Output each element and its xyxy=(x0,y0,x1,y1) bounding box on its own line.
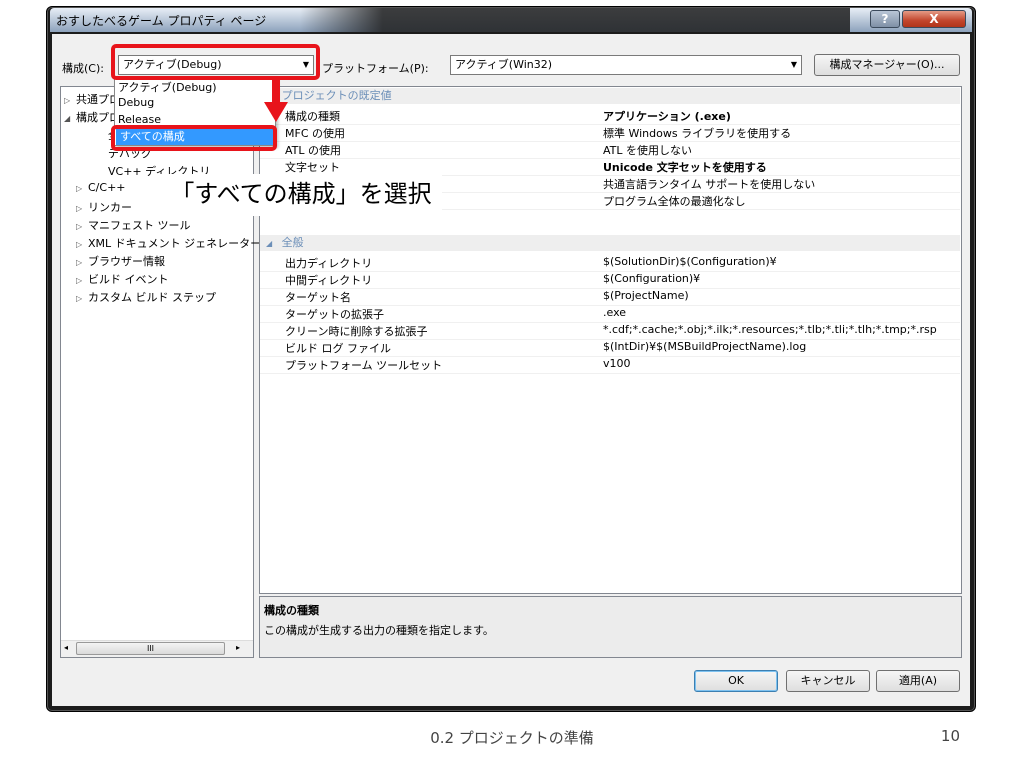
annotation-callout: 「すべての構成」を選択 xyxy=(160,174,442,216)
property-name[interactable]: クリーン時に削除する拡張子 xyxy=(285,323,427,339)
grid-category-defaults[interactable]: ◢ プロジェクトの既定値 xyxy=(260,88,960,104)
config-manager-button[interactable]: 構成マネージャー(O)... xyxy=(814,54,960,76)
scroll-right-icon[interactable]: ▸ xyxy=(236,643,240,652)
property-value[interactable]: プログラム全体の最適化なし xyxy=(603,193,746,209)
expand-icon[interactable]: ▷ xyxy=(76,184,88,193)
grid-category-general[interactable]: ◢ 全般 xyxy=(260,235,960,251)
dropdown-option-debug[interactable]: Debug xyxy=(118,96,154,109)
tree-item-label: ビルド イベント xyxy=(88,273,169,286)
property-name[interactable]: 文字セット xyxy=(285,159,340,175)
title-bar-shade xyxy=(300,8,850,32)
expand-icon[interactable]: ▷ xyxy=(76,204,88,213)
chevron-down-icon: ▼ xyxy=(790,60,797,69)
property-name[interactable]: 構成の種類 xyxy=(285,108,340,124)
scroll-left-icon[interactable]: ◂ xyxy=(64,643,68,652)
tree-item-label: C/C++ xyxy=(88,181,126,194)
annotation-highlight-combo xyxy=(111,44,320,80)
tree-item-label: ブラウザー情報 xyxy=(88,255,165,268)
help-button[interactable]: ? xyxy=(870,10,900,28)
expand-icon[interactable]: ▷ xyxy=(76,240,88,249)
page-caption: 0.2 プロジェクトの準備 xyxy=(430,729,594,747)
property-value[interactable]: Unicode 文字セットを使用する xyxy=(603,159,767,175)
expand-icon[interactable]: ▷ xyxy=(76,294,88,303)
dropdown-option-active-debug[interactable]: アクティブ(Debug) xyxy=(118,79,217,95)
tree-item-label: リンカー xyxy=(88,201,132,214)
tree-item[interactable]: ▷ XML ドキュメント ジェネレーター xyxy=(76,235,261,251)
tree-item[interactable]: ▷ マニフェスト ツール xyxy=(76,217,191,233)
property-value[interactable]: $(ProjectName) xyxy=(603,289,689,302)
row-divider xyxy=(260,373,960,374)
property-value[interactable]: アプリケーション (.exe) xyxy=(603,108,731,124)
collapse-icon[interactable]: ◢ xyxy=(260,239,272,248)
tree-item[interactable]: ▷ C/C++ xyxy=(76,181,126,194)
annotation-arrow-icon xyxy=(264,78,288,122)
expand-icon[interactable]: ▷ xyxy=(76,222,88,231)
property-name[interactable]: ATL の使用 xyxy=(285,142,341,158)
close-button[interactable]: X xyxy=(902,10,966,28)
description-text: この構成が生成する出力の種類を指定します。 xyxy=(264,624,494,637)
scroll-thumb[interactable]: III xyxy=(76,642,225,655)
property-name[interactable]: ビルド ログ ファイル xyxy=(285,340,391,356)
window-title: おすしたべるゲーム プロパティ ページ xyxy=(56,14,267,28)
ok-button[interactable]: OK xyxy=(694,670,778,692)
expand-icon[interactable]: ▷ xyxy=(76,276,88,285)
annotation-highlight-option xyxy=(111,125,277,151)
property-name[interactable]: MFC の使用 xyxy=(285,125,345,141)
tree-item[interactable]: ▷ カスタム ビルド ステップ xyxy=(76,289,216,305)
category-label: 全般 xyxy=(281,236,304,249)
description-title: 構成の種類 xyxy=(264,604,319,617)
property-value[interactable]: .exe xyxy=(603,306,626,319)
property-value[interactable]: $(Configuration)¥ xyxy=(603,272,700,285)
property-value[interactable]: $(SolutionDir)$(Configuration)¥ xyxy=(603,255,777,268)
property-value[interactable]: *.cdf;*.cache;*.obj;*.ilk;*.resources;*.… xyxy=(603,323,937,336)
tree-item[interactable]: ▷ リンカー xyxy=(76,199,132,215)
expand-icon[interactable]: ▷ xyxy=(64,96,76,105)
page-number: 10 xyxy=(940,727,960,745)
property-name[interactable]: ターゲット名 xyxy=(285,289,351,305)
category-label: プロジェクトの既定値 xyxy=(281,89,392,102)
cancel-button[interactable]: キャンセル xyxy=(786,670,870,692)
tree-item-label: マニフェスト ツール xyxy=(88,219,191,232)
expand-icon[interactable]: ▷ xyxy=(76,258,88,267)
platform-combo[interactable]: アクティブ(Win32) ▼ xyxy=(450,55,802,75)
property-value[interactable]: v100 xyxy=(603,357,631,370)
apply-button[interactable]: 適用(A) xyxy=(876,670,960,692)
config-label: 構成(C): xyxy=(62,62,104,75)
platform-combo-value: アクティブ(Win32) xyxy=(455,58,553,71)
property-name[interactable]: ターゲットの拡張子 xyxy=(285,306,384,322)
platform-label: プラットフォーム(P): xyxy=(322,62,429,75)
property-name[interactable]: プラットフォーム ツールセット xyxy=(285,357,442,373)
tree-item[interactable]: ▷ ビルド イベント xyxy=(76,271,169,287)
property-value[interactable]: ATL を使用しない xyxy=(603,142,692,158)
property-name[interactable]: 出力ディレクトリ xyxy=(285,255,372,271)
tree-item-label: XML ドキュメント ジェネレーター xyxy=(88,237,262,250)
tree-item-label: カスタム ビルド ステップ xyxy=(88,291,216,304)
collapse-icon[interactable]: ◢ xyxy=(64,114,76,123)
property-value[interactable]: 標準 Windows ライブラリを使用する xyxy=(603,125,791,141)
property-name[interactable]: 中間ディレクトリ xyxy=(285,272,372,288)
tree-item[interactable]: ▷ ブラウザー情報 xyxy=(76,253,165,269)
property-value[interactable]: $(IntDir)¥$(MSBuildProjectName).log xyxy=(603,340,806,353)
property-value[interactable]: 共通言語ランタイム サポートを使用しない xyxy=(603,176,815,192)
